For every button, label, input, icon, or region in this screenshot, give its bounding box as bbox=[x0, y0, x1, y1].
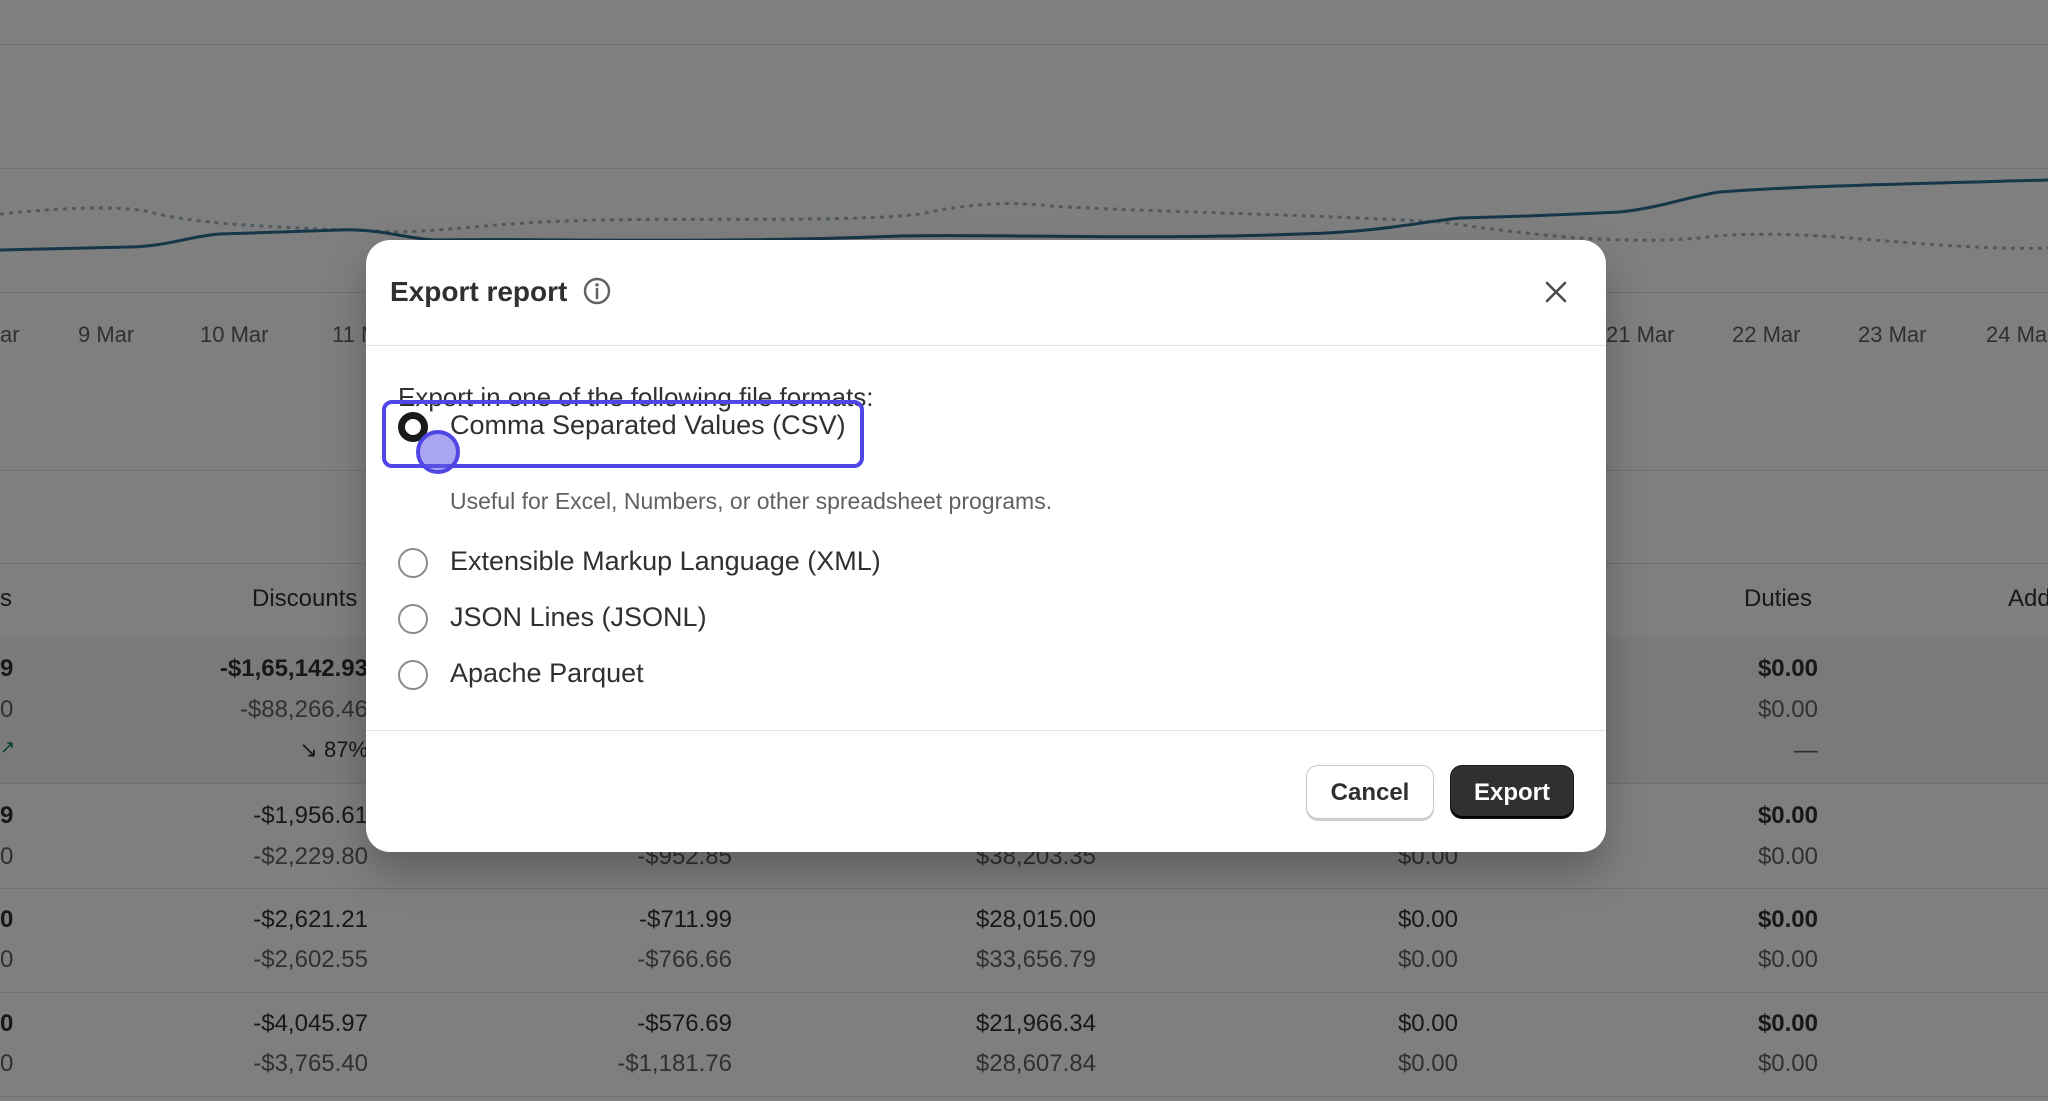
format-option-help: Useful for Excel, Numbers, or other spre… bbox=[450, 488, 1053, 514]
cancel-button[interactable]: Cancel bbox=[1306, 765, 1434, 819]
modal-footer: Cancel Export bbox=[366, 730, 1606, 852]
cursor-indicator bbox=[416, 430, 460, 474]
radio-parquet[interactable] bbox=[398, 660, 428, 690]
export-button[interactable]: Export bbox=[1450, 765, 1574, 819]
modal-title: Export report bbox=[390, 276, 568, 307]
format-option-label: Comma Separated Values (CSV) bbox=[450, 410, 846, 440]
format-option-label: Apache Parquet bbox=[450, 658, 644, 688]
modal-body: Export in one of the following file form… bbox=[366, 346, 1606, 730]
close-icon[interactable] bbox=[1538, 274, 1574, 310]
radio-xml[interactable] bbox=[398, 548, 428, 578]
modal-header: Export report bbox=[366, 240, 1606, 346]
info-icon[interactable] bbox=[582, 276, 612, 306]
export-report-modal: Export report Export in one of the follo… bbox=[366, 240, 1606, 852]
format-option-label: JSON Lines (JSONL) bbox=[450, 602, 707, 632]
radio-jsonl[interactable] bbox=[398, 604, 428, 634]
format-option-label: Extensible Markup Language (XML) bbox=[450, 546, 881, 576]
